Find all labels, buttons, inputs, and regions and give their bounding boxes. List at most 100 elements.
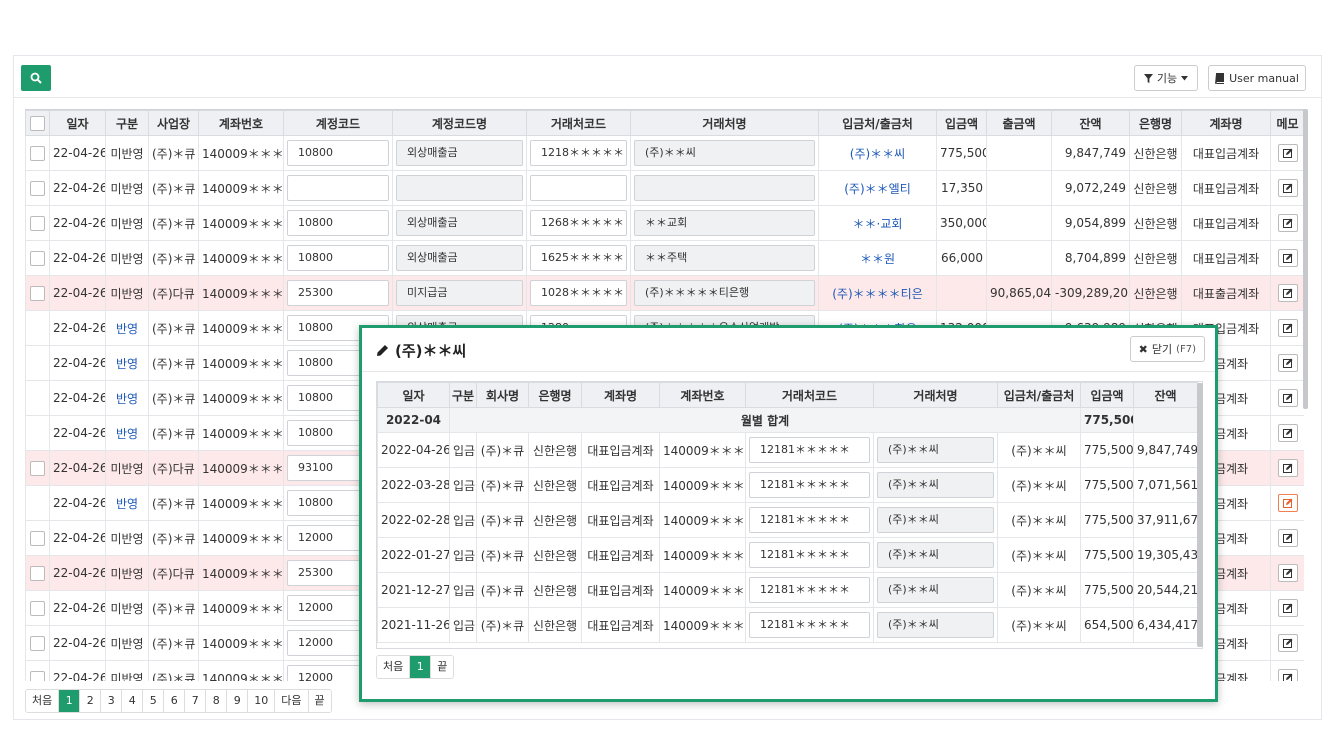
page-10[interactable]: 10 xyxy=(248,690,276,712)
modal-page-first[interactable]: 처음 xyxy=(377,656,411,678)
function-dropdown-button[interactable]: 기능 xyxy=(1134,65,1198,91)
balance-cell: 20,544,212 xyxy=(1133,572,1198,608)
memo-edit-button[interactable] xyxy=(1277,599,1298,617)
memo-edit-button[interactable] xyxy=(1277,529,1298,547)
memo-edit-button[interactable] xyxy=(1277,669,1298,681)
column-header: 입금액 xyxy=(936,110,987,136)
page-9[interactable]: 9 xyxy=(227,690,249,712)
modal-close-button[interactable]: ✖ 닫기 (F7) xyxy=(1129,336,1205,362)
account-code-name-field[interactable]: 외상매출금 xyxy=(396,140,523,166)
row-checkbox[interactable] xyxy=(30,670,45,681)
client-name-field[interactable] xyxy=(634,175,815,201)
page-5[interactable]: 5 xyxy=(143,690,165,712)
memo-edit-button[interactable] xyxy=(1277,494,1298,512)
table-row[interactable]: 22-04-26미반영(주)＊큐140009＊＊＊＊＊10800 외상매출금 126… xyxy=(25,205,1304,241)
memo-edit-button[interactable] xyxy=(1277,249,1298,267)
account-code-name-field[interactable]: 외상매출금 xyxy=(396,210,523,236)
account-code-field[interactable]: 10800 xyxy=(287,140,389,166)
account-code-name-field[interactable] xyxy=(396,175,523,201)
account-name-cell: 대표입금계좌 xyxy=(1181,240,1271,276)
client-name-field[interactable]: ＊＊교회 xyxy=(634,210,815,236)
memo-edit-button[interactable] xyxy=(1277,319,1298,337)
balance-cell: 37,911,675 xyxy=(1133,502,1198,538)
memo-edit-button[interactable] xyxy=(1277,634,1298,652)
table-row[interactable]: 22-04-26미반영(주)＊큐140009＊＊＊＊＊ (주)＊＊엘티17,350… xyxy=(25,170,1304,206)
row-checkbox[interactable] xyxy=(30,600,45,616)
account-code-field[interactable]: 10800 xyxy=(287,245,389,271)
client-code-field[interactable]: 12181＊＊＊＊＊ xyxy=(749,577,870,603)
party-link[interactable]: ＊＊원 xyxy=(818,240,937,276)
memo-cell xyxy=(1270,275,1304,311)
client-code-field[interactable]: 12181＊＊＊＊＊ xyxy=(749,437,870,463)
page-8[interactable]: 8 xyxy=(206,690,228,712)
page-2[interactable]: 2 xyxy=(80,690,102,712)
client-code-field[interactable]: 1218＊＊＊＊＊ xyxy=(530,140,627,166)
account-name-cell: 대표입금계좌 xyxy=(581,537,660,573)
row-checkbox[interactable] xyxy=(30,565,45,581)
client-name-field[interactable]: (주)＊＊씨 xyxy=(634,140,815,166)
modal-page-last[interactable]: 끝 xyxy=(431,656,454,678)
client-code-field[interactable]: 12181＊＊＊＊＊ xyxy=(749,507,870,533)
memo-edit-button[interactable] xyxy=(1277,179,1298,197)
table-row[interactable]: 22-04-26미반영(주)＊큐140009＊＊＊＊＊10800 외상매출금 121… xyxy=(25,135,1304,171)
party-cell: (주)＊＊씨 xyxy=(997,502,1081,538)
select-all-header[interactable] xyxy=(25,110,50,136)
memo-edit-button[interactable] xyxy=(1277,564,1298,582)
client-name-field[interactable]: (주)＊＊씨 xyxy=(877,612,994,638)
client-name-field[interactable]: (주)＊＊씨 xyxy=(877,577,994,603)
party-link[interactable]: (주)＊＊＊＊티은 xyxy=(818,275,937,311)
client-code-field[interactable]: 12181＊＊＊＊＊ xyxy=(749,542,870,568)
account-code-field[interactable] xyxy=(287,175,389,201)
row-checkbox[interactable] xyxy=(30,180,45,196)
page-3[interactable]: 3 xyxy=(101,690,123,712)
page-last[interactable]: 끝 xyxy=(308,690,331,712)
row-checkbox[interactable] xyxy=(30,635,45,651)
client-code-field[interactable]: 1028＊＊＊＊＊ xyxy=(530,280,627,306)
row-checkbox[interactable] xyxy=(30,145,45,161)
client-code-field[interactable]: 1268＊＊＊＊＊ xyxy=(530,210,627,236)
party-link[interactable]: (주)＊＊씨 xyxy=(818,135,937,171)
account-code-name-field[interactable]: 미지급금 xyxy=(396,280,523,306)
client-code-field[interactable]: 12181＊＊＊＊＊ xyxy=(749,472,870,498)
row-checkbox[interactable] xyxy=(30,250,45,266)
table-row[interactable]: 22-04-26미반영(주)다큐140009＊＊＊＊＊25300 미지급금 1028… xyxy=(25,275,1304,311)
client-name-field[interactable]: (주)＊＊씨 xyxy=(877,437,994,463)
page-1[interactable]: 1 xyxy=(59,690,81,712)
user-manual-button[interactable]: User manual xyxy=(1208,65,1306,91)
client-code-field[interactable] xyxy=(530,175,627,201)
party-link[interactable]: ＊＊·교회 xyxy=(818,205,937,241)
client-name-field[interactable]: (주)＊＊씨 xyxy=(877,542,994,568)
client-name-field[interactable]: (주)＊＊씨 xyxy=(877,472,994,498)
account-code-field[interactable]: 25300 xyxy=(287,280,389,306)
modal-page-1[interactable]: 1 xyxy=(410,656,432,678)
row-checkbox[interactable] xyxy=(30,215,45,231)
page-7[interactable]: 7 xyxy=(185,690,207,712)
memo-edit-button[interactable] xyxy=(1277,354,1298,372)
memo-edit-button[interactable] xyxy=(1277,144,1298,162)
table-row[interactable]: 22-04-26미반영(주)＊큐140009＊＊＊＊＊10800 외상매출금 162… xyxy=(25,240,1304,276)
select-all-checkbox[interactable] xyxy=(30,115,45,131)
row-checkbox[interactable] xyxy=(30,460,45,476)
memo-edit-button[interactable] xyxy=(1277,424,1298,442)
client-name-field[interactable]: (주)＊＊씨 xyxy=(877,507,994,533)
account-code-name-field[interactable]: 외상매출금 xyxy=(396,245,523,271)
client-name-field[interactable]: ＊＊주택 xyxy=(634,245,815,271)
memo-edit-button[interactable] xyxy=(1277,214,1298,232)
client-code-field[interactable]: 1625＊＊＊＊＊ xyxy=(530,245,627,271)
party-link[interactable]: (주)＊＊엘티 xyxy=(818,170,937,206)
row-checkbox[interactable] xyxy=(30,530,45,546)
modal-scrollbar[interactable] xyxy=(1197,383,1203,647)
account-code-field[interactable]: 10800 xyxy=(287,210,389,236)
grid-scrollbar[interactable] xyxy=(1303,109,1308,409)
page-next[interactable]: 다음 xyxy=(275,690,309,712)
row-checkbox[interactable] xyxy=(30,285,45,301)
client-code-field[interactable]: 12181＊＊＊＊＊ xyxy=(749,612,870,638)
client-name-field[interactable]: (주)＊＊＊＊＊티은행 xyxy=(634,280,815,306)
search-button[interactable] xyxy=(21,65,51,91)
page-6[interactable]: 6 xyxy=(164,690,186,712)
memo-edit-button[interactable] xyxy=(1277,284,1298,302)
memo-edit-button[interactable] xyxy=(1277,389,1298,407)
page-4[interactable]: 4 xyxy=(122,690,144,712)
memo-edit-button[interactable] xyxy=(1277,459,1298,477)
page-first[interactable]: 처음 xyxy=(26,690,60,712)
